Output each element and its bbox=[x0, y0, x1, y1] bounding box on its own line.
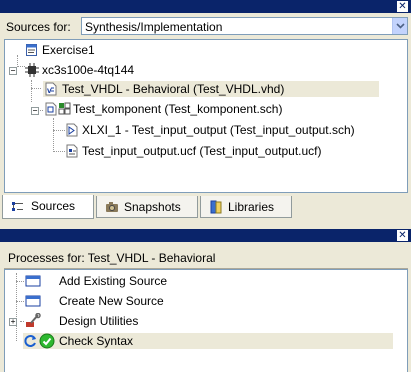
tab-label: Libraries bbox=[228, 200, 275, 214]
check-icon bbox=[39, 333, 55, 349]
tree-item-label: Test_komponent (Test_komponent.sch) bbox=[73, 102, 283, 116]
tab-label: Snapshots bbox=[124, 200, 181, 214]
process-item-label: Check Syntax bbox=[59, 334, 134, 348]
project-icon bbox=[25, 43, 39, 57]
refresh-icon bbox=[24, 334, 38, 348]
chip-icon bbox=[25, 63, 39, 77]
sources-tab-icon bbox=[11, 200, 25, 214]
process-item-label: Add Existing Source bbox=[59, 274, 168, 288]
sources-close-button[interactable]: ✕ bbox=[397, 1, 408, 12]
processes-close-button[interactable]: ✕ bbox=[397, 230, 408, 241]
tab-sources[interactable]: Sources bbox=[2, 195, 94, 219]
tree-item-label: Exercise1 bbox=[42, 43, 95, 57]
process-item-check-syntax[interactable]: Check Syntax bbox=[23, 333, 393, 349]
tab-libraries[interactable]: Libraries bbox=[200, 196, 292, 218]
window-icon bbox=[25, 274, 41, 288]
sources-tab-strip: Sources Snapshots Libraries bbox=[0, 195, 411, 221]
tree-collapse-toggle[interactable]: − bbox=[9, 67, 17, 75]
schematic-file-icon bbox=[65, 123, 79, 137]
processes-for-label: Processes for: Test_VHDL - Behavioral bbox=[8, 251, 216, 265]
window-icon bbox=[25, 294, 41, 308]
vhdl-file-icon: V bbox=[44, 82, 58, 96]
dropdown-arrow-icon[interactable] bbox=[392, 18, 407, 34]
tree-item-test-vhdl[interactable]: V Test_VHDL - Behavioral (Test_VHDL.vhd) bbox=[43, 81, 379, 97]
ucf-file-icon bbox=[65, 144, 79, 158]
tree-expand-toggle[interactable]: + bbox=[9, 318, 17, 326]
sources-for-dropdown[interactable]: Synthesis/Implementation bbox=[81, 17, 408, 35]
processes-titlebar: ✕ bbox=[0, 229, 411, 242]
tools-icon bbox=[25, 312, 41, 327]
sources-titlebar: ✕ bbox=[0, 0, 411, 13]
tree-collapse-toggle[interactable]: − bbox=[31, 107, 39, 115]
sources-for-label: Sources for: bbox=[6, 20, 71, 34]
process-item-label: Design Utilities bbox=[59, 314, 139, 328]
sources-for-value: Synthesis/Implementation bbox=[85, 20, 223, 34]
tree-item-label: xc3s100e-4tq144 bbox=[42, 63, 135, 77]
processes-header: Processes for: Test_VHDL - Behavioral bbox=[4, 248, 408, 269]
tab-snapshots[interactable]: Snapshots bbox=[96, 196, 198, 218]
schematic-icon bbox=[45, 102, 71, 116]
tree-item-label: XLXI_1 - Test_input_output (Test_input_o… bbox=[82, 123, 355, 137]
libraries-tab-icon bbox=[209, 200, 223, 214]
tree-item-label: Test_input_output.ucf (Test_input_output… bbox=[82, 144, 322, 158]
processes-tree[interactable]: Add Existing Source Create New Source + … bbox=[4, 269, 408, 372]
tab-label: Sources bbox=[31, 199, 76, 213]
tree-item-label: Test_VHDL - Behavioral (Test_VHDL.vhd) bbox=[62, 82, 285, 96]
sources-tree[interactable]: Exercise1 − xc3s100e-4tq144 V Test_VHDL … bbox=[4, 39, 408, 193]
sources-for-row: Sources for: Synthesis/Implementation bbox=[0, 16, 411, 38]
snapshots-tab-icon bbox=[105, 200, 119, 214]
process-item-label: Create New Source bbox=[59, 294, 164, 308]
